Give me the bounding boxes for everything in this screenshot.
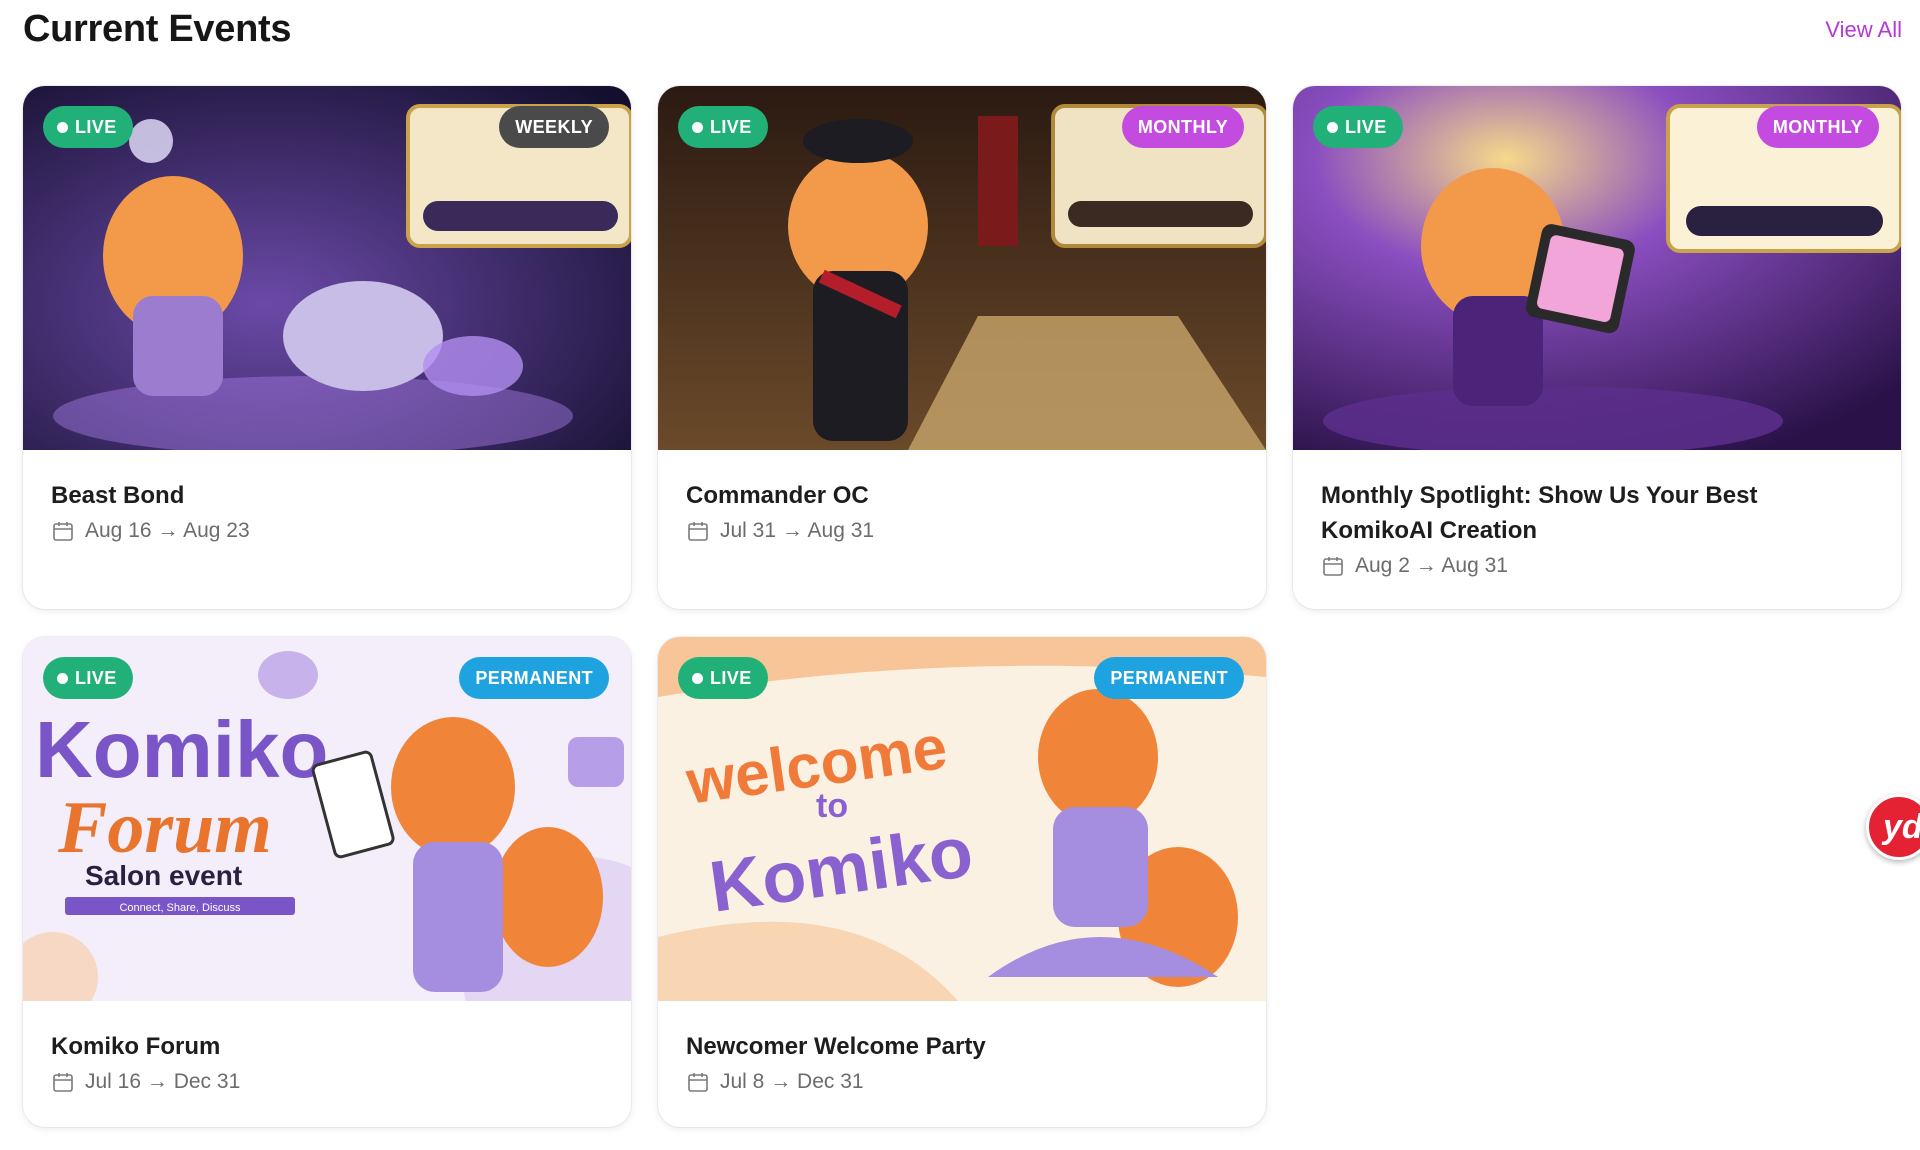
event-thumbnail: LIVE MONTHLY bbox=[1293, 86, 1901, 450]
event-thumbnail: welcome to Komiko LIVE PERMANENT bbox=[658, 637, 1266, 1001]
live-dot-icon bbox=[692, 121, 703, 133]
event-title: Komiko Forum bbox=[51, 1033, 221, 1060]
calendar-icon bbox=[1323, 557, 1343, 576]
calendar-icon bbox=[688, 1073, 708, 1092]
event-dates: Jul 31 → Aug 31 bbox=[686, 519, 1238, 543]
calendar-icon bbox=[688, 522, 708, 541]
live-badge: LIVE bbox=[43, 657, 133, 699]
weekly-badge: WEEKLY bbox=[499, 106, 609, 148]
event-dates: Jul 16 → Dec 31 bbox=[51, 1070, 603, 1094]
monthly-badge: MONTHLY bbox=[1121, 106, 1244, 148]
event-title: Monthly Spotlight: Show Us Your Best Kom… bbox=[1321, 482, 1758, 544]
art-text-tagline: Connect, Share, Discuss bbox=[119, 902, 241, 914]
event-thumbnail: Komiko Forum Salon event Connect, Share,… bbox=[23, 637, 631, 1001]
art-text-to: to bbox=[816, 787, 848, 825]
section-header: Current Events View All bbox=[23, 8, 1902, 51]
yd-floating-button[interactable]: yd bbox=[1866, 794, 1920, 860]
live-dot-icon bbox=[57, 121, 68, 133]
event-card-komiko-forum[interactable]: Komiko Forum Salon event Connect, Share,… bbox=[23, 637, 631, 1127]
event-card-beast-bond[interactable]: LIVE WEEKLY Beast Bond Aug 16 → Aug 23 bbox=[23, 86, 631, 609]
live-badge: LIVE bbox=[1313, 106, 1403, 148]
art-text-forum: Forum bbox=[57, 787, 272, 869]
live-badge: LIVE bbox=[43, 106, 133, 148]
live-badge: LIVE bbox=[678, 657, 768, 699]
permanent-badge: PERMANENT bbox=[459, 657, 609, 699]
permanent-badge: PERMANENT bbox=[1094, 657, 1244, 699]
event-title: Commander OC bbox=[686, 482, 869, 509]
event-card-commander-oc[interactable]: LIVE MONTHLY Commander OC Jul 31 → Aug 3… bbox=[658, 86, 1266, 609]
event-dates: Jul 8 → Dec 31 bbox=[686, 1070, 1238, 1094]
event-thumbnail: LIVE WEEKLY bbox=[23, 86, 631, 450]
event-card-monthly-spotlight[interactable]: LIVE MONTHLY Monthly Spotlight: Show Us … bbox=[1293, 86, 1901, 609]
art-text-salon: Salon event bbox=[85, 860, 242, 891]
live-badge: LIVE bbox=[678, 106, 768, 148]
calendar-icon bbox=[53, 1073, 73, 1092]
live-dot-icon bbox=[1327, 121, 1338, 133]
calendar-icon bbox=[53, 522, 73, 541]
art-text-komiko: Komiko bbox=[35, 705, 328, 794]
live-dot-icon bbox=[692, 672, 703, 684]
live-dot-icon bbox=[57, 672, 68, 684]
event-thumbnail: LIVE MONTHLY bbox=[658, 86, 1266, 450]
event-dates: Aug 2 → Aug 31 bbox=[1321, 554, 1873, 578]
monthly-badge: MONTHLY bbox=[1756, 106, 1879, 148]
event-title: Newcomer Welcome Party bbox=[686, 1033, 986, 1060]
view-all-link[interactable]: View All bbox=[1825, 17, 1902, 43]
event-dates: Aug 16 → Aug 23 bbox=[51, 519, 603, 543]
page-title: Current Events bbox=[23, 8, 292, 50]
event-title: Beast Bond bbox=[51, 482, 185, 509]
event-card-newcomer-welcome-party[interactable]: welcome to Komiko LIVE PERMANENT Newcome… bbox=[658, 637, 1266, 1127]
